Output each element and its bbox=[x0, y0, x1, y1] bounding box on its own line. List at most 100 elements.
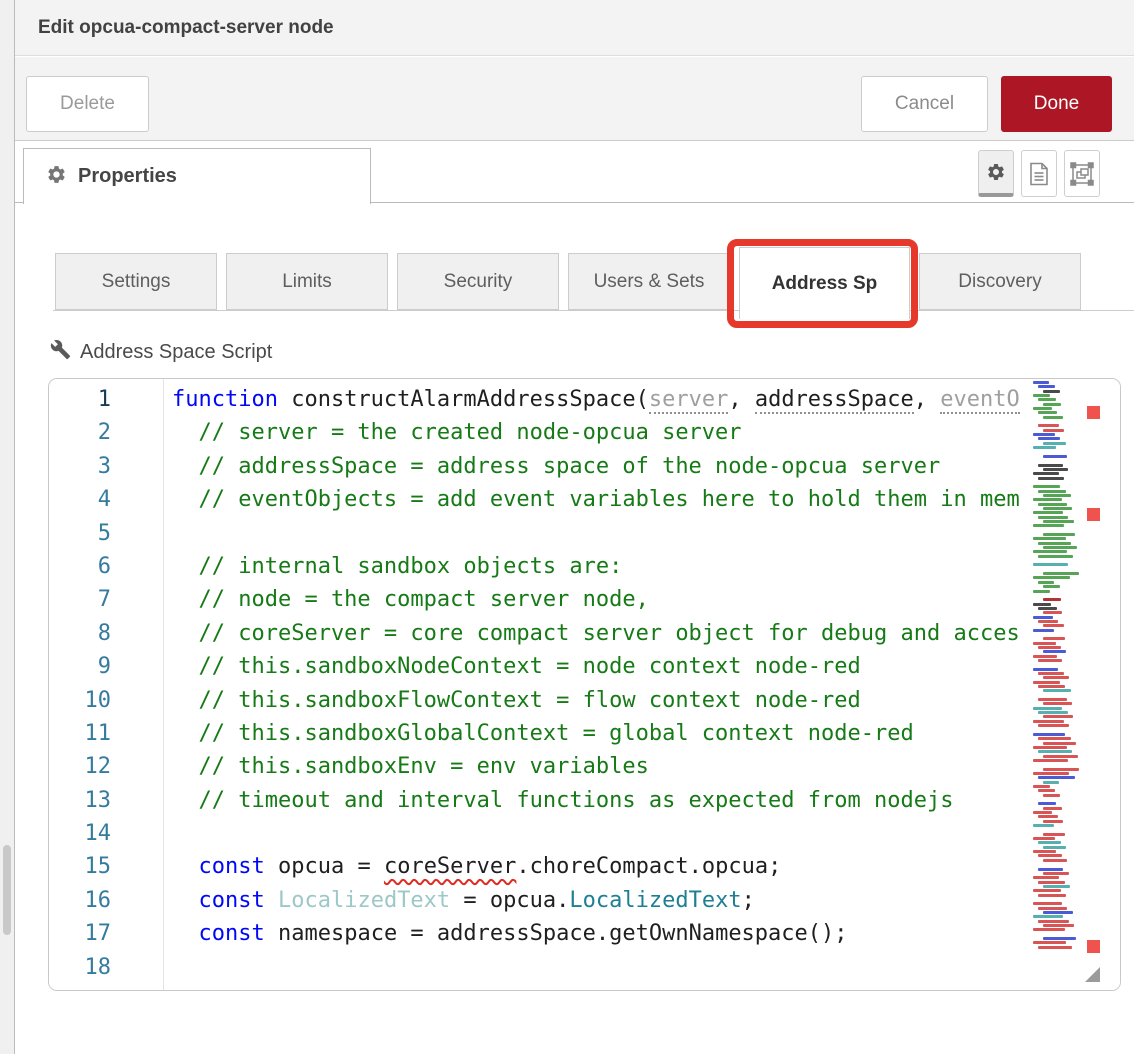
minimap-line bbox=[1043, 820, 1063, 823]
minimap-line bbox=[1038, 868, 1063, 871]
code-line: // this.sandboxGlobalContext = global co… bbox=[172, 717, 1033, 750]
minimap-line bbox=[1043, 494, 1071, 497]
code-line bbox=[172, 517, 1033, 550]
minimap-line bbox=[1033, 576, 1070, 579]
code-line: function constructAlarmAddressSpace(serv… bbox=[172, 383, 1033, 416]
editor-minimap[interactable] bbox=[1033, 381, 1079, 988]
minimap-line bbox=[1033, 729, 1079, 732]
section-label-text: Address Space Script bbox=[80, 341, 272, 364]
code-line bbox=[172, 817, 1033, 850]
line-number: 16 bbox=[49, 884, 163, 917]
node-properties-icon-button[interactable] bbox=[978, 150, 1014, 197]
tab-limits[interactable]: Limits bbox=[226, 253, 388, 310]
editor-scrollbar[interactable] bbox=[1080, 379, 1121, 990]
delete-button[interactable]: Delete bbox=[26, 76, 149, 132]
minimap-line bbox=[1033, 928, 1065, 931]
minimap-line bbox=[1043, 742, 1076, 745]
minimap-line bbox=[1033, 603, 1051, 606]
minimap-line bbox=[1043, 872, 1069, 875]
done-button[interactable]: Done bbox=[1001, 76, 1112, 132]
code-editor[interactable]: 12345678910111213141516171819 function c… bbox=[48, 378, 1121, 991]
code-line: const LocalizedText = opcua.LocalizedTex… bbox=[172, 884, 1033, 917]
code-line: const Variant = opcua.Variant; bbox=[172, 984, 1033, 990]
editor-code-area[interactable]: function constructAlarmAddressSpace(serv… bbox=[165, 379, 1033, 990]
minimap-line bbox=[1033, 498, 1062, 501]
line-number: 6 bbox=[49, 550, 163, 583]
line-number: 7 bbox=[49, 583, 163, 616]
line-number: 19 bbox=[49, 984, 163, 991]
minimap-line bbox=[1033, 594, 1079, 597]
line-number: 4 bbox=[49, 483, 163, 516]
minimap-line bbox=[1038, 894, 1066, 897]
minimap-line bbox=[1043, 429, 1064, 432]
line-number: 2 bbox=[49, 416, 163, 449]
workspace-left-strip bbox=[0, 0, 15, 1054]
code-line: // node = the compact server node, bbox=[172, 583, 1033, 616]
minimap-line bbox=[1033, 663, 1079, 666]
minimap-line bbox=[1043, 768, 1079, 771]
minimap-line bbox=[1033, 616, 1053, 619]
editor-toolbar-row: Properties bbox=[15, 141, 1134, 203]
minimap-line bbox=[1043, 507, 1072, 510]
node-appearance-icon-button[interactable] bbox=[1064, 150, 1100, 197]
left-scrollbar-thumb[interactable] bbox=[3, 845, 11, 935]
minimap-line bbox=[1033, 863, 1079, 866]
code-line bbox=[172, 951, 1033, 984]
gear-icon bbox=[46, 164, 67, 190]
minimap-line bbox=[1033, 568, 1079, 571]
properties-tab-label: Properties bbox=[78, 165, 177, 188]
minimap-line bbox=[1033, 481, 1079, 484]
minimap-line bbox=[1038, 555, 1073, 558]
tab-settings[interactable]: Settings bbox=[55, 253, 217, 310]
minimap-line bbox=[1033, 433, 1055, 436]
minimap-line bbox=[1033, 889, 1061, 892]
minimap-line bbox=[1038, 646, 1061, 649]
minimap-line bbox=[1038, 620, 1058, 623]
minimap-line bbox=[1043, 911, 1073, 914]
minimap-line bbox=[1043, 546, 1077, 549]
minimap-line bbox=[1033, 537, 1066, 540]
dialog-button-bar: Delete Cancel Done bbox=[15, 57, 1134, 141]
minimap-line bbox=[1038, 516, 1068, 519]
minimap-line bbox=[1038, 854, 1062, 857]
properties-tab[interactable]: Properties bbox=[23, 148, 371, 204]
code-line: // eventObjects = add event variables he… bbox=[172, 483, 1033, 516]
minimap-line bbox=[1033, 876, 1059, 879]
minimap-line bbox=[1033, 407, 1052, 410]
line-number: 9 bbox=[49, 650, 163, 683]
minimap-line bbox=[1043, 650, 1066, 653]
minimap-line bbox=[1043, 833, 1065, 836]
tab-security[interactable]: Security bbox=[397, 253, 559, 310]
cancel-button[interactable]: Cancel bbox=[861, 76, 988, 132]
error-marker bbox=[1087, 508, 1100, 521]
tab-discovery[interactable]: Discovery bbox=[919, 253, 1081, 310]
node-description-icon-button[interactable] bbox=[1021, 150, 1057, 197]
minimap-line bbox=[1043, 611, 1062, 614]
minimap-line bbox=[1038, 698, 1067, 701]
minimap-line bbox=[1033, 472, 1059, 475]
appearance-icon bbox=[1070, 162, 1094, 186]
minimap-line bbox=[1038, 490, 1066, 493]
minimap-line bbox=[1033, 590, 1050, 593]
minimap-line bbox=[1043, 403, 1061, 406]
minimap-line bbox=[1043, 520, 1074, 523]
tab-address-sp[interactable]: Address Sp bbox=[739, 247, 910, 319]
minimap-line bbox=[1038, 464, 1063, 467]
minimap-line bbox=[1033, 720, 1064, 723]
code-line: const opcua = coreServer.choreCompact.op… bbox=[172, 850, 1033, 883]
minimap-line bbox=[1033, 529, 1079, 532]
line-number: 11 bbox=[49, 717, 163, 750]
tab-users-sets[interactable]: Users & Sets bbox=[568, 253, 730, 310]
minimap-line bbox=[1033, 733, 1065, 736]
minimap-line bbox=[1033, 559, 1079, 562]
minimap-line bbox=[1043, 807, 1062, 810]
document-icon bbox=[1028, 162, 1050, 186]
line-number: 12 bbox=[49, 750, 163, 783]
minimap-line bbox=[1038, 750, 1072, 753]
minimap-line bbox=[1033, 550, 1067, 553]
minimap-line bbox=[1033, 785, 1050, 788]
minimap-line bbox=[1033, 798, 1079, 801]
minimap-line bbox=[1038, 711, 1068, 714]
minimap-line bbox=[1033, 933, 1079, 936]
resize-grip-icon[interactable] bbox=[1085, 967, 1100, 982]
